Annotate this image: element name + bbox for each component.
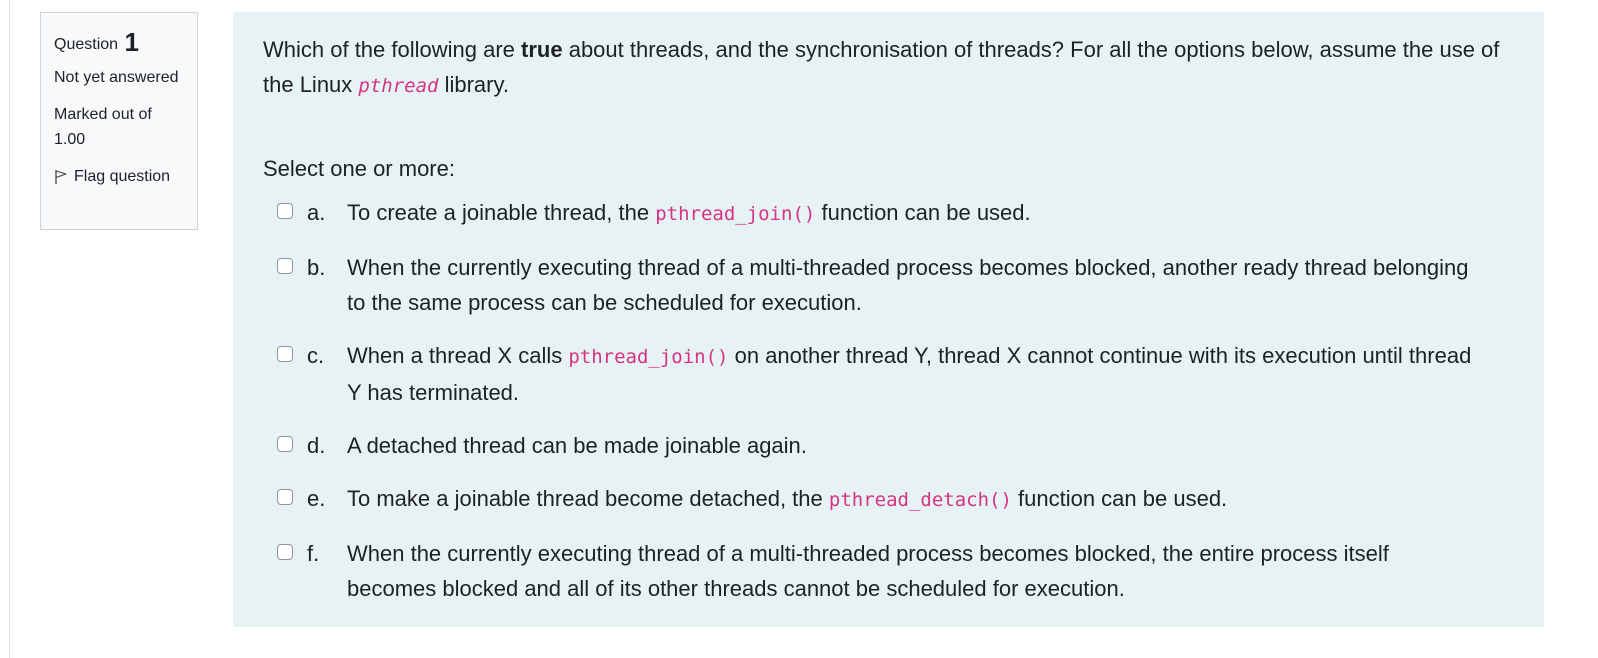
question-number-heading: Question 1 xyxy=(54,27,185,57)
answer-option-b[interactable]: b. When the currently executing thread o… xyxy=(263,250,1514,320)
option-text-part: To make a joinable thread become detache… xyxy=(347,486,829,511)
answer-option-a[interactable]: a. To create a joinable thread, the pthr… xyxy=(263,195,1514,232)
answer-checkbox[interactable] xyxy=(277,346,293,362)
option-text: When the currently executing thread of a… xyxy=(347,250,1514,320)
option-text-part: When a thread X calls xyxy=(347,343,569,368)
option-code: pthread_detach() xyxy=(828,489,1012,511)
option-letter: b. xyxy=(307,255,326,280)
question-text-part: library. xyxy=(438,72,509,97)
answer-checkbox[interactable] xyxy=(277,436,293,452)
option-text: When a thread X calls pthread_join() on … xyxy=(347,338,1514,410)
option-code: pthread_join() xyxy=(655,203,816,225)
answer-option-c[interactable]: c. When a thread X calls pthread_join() … xyxy=(263,338,1514,410)
option-letter: f. xyxy=(307,541,320,566)
option-text: When the currently executing thread of a… xyxy=(347,536,1514,606)
answer-checkbox[interactable] xyxy=(277,258,293,274)
question-number: 1 xyxy=(124,27,139,57)
flag-question-link[interactable]: Flag question xyxy=(54,164,185,189)
question-info-panel: Question 1 Not yet answered Marked out o… xyxy=(40,12,198,230)
answer-checkbox[interactable] xyxy=(277,203,293,219)
flag-icon xyxy=(55,169,67,184)
answer-option-f[interactable]: f. When the currently executing thread o… xyxy=(263,536,1514,606)
question-text-emphasis: true xyxy=(521,37,563,62)
option-code: pthread_join() xyxy=(568,346,729,368)
answer-list: a. To create a joinable thread, the pthr… xyxy=(263,195,1514,606)
answer-checkbox[interactable] xyxy=(277,489,293,505)
option-text-part: function can be used. xyxy=(1011,486,1228,511)
option-text: To make a joinable thread become detache… xyxy=(347,481,1514,518)
answer-option-d[interactable]: d. A detached thread can be made joinabl… xyxy=(263,428,1514,463)
answer-checkbox[interactable] xyxy=(277,544,293,560)
option-letter: a. xyxy=(307,200,326,225)
answer-prompt: Select one or more: xyxy=(263,156,455,181)
option-text: To create a joinable thread, the pthread… xyxy=(347,195,1514,232)
option-letter: d. xyxy=(307,433,326,458)
answer-option-e[interactable]: e. To make a joinable thread become deta… xyxy=(263,481,1514,518)
option-letter: e. xyxy=(307,486,326,511)
option-text-part: A detached thread can be made joinable a… xyxy=(347,433,807,458)
question-text: Which of the following are true about th… xyxy=(263,32,1514,104)
option-text-part: function can be used. xyxy=(815,200,1031,225)
option-text: A detached thread can be made joinable a… xyxy=(347,428,1514,463)
question-text-part: Which of the following are xyxy=(263,37,522,62)
question-content: Which of the following are true about th… xyxy=(233,12,1544,627)
option-text-part: To create a joinable thread, the xyxy=(347,200,656,225)
option-text-part: When the currently executing thread of a… xyxy=(347,541,1389,601)
option-letter: c. xyxy=(307,343,325,368)
flag-question-label: Flag question xyxy=(74,168,171,185)
option-text-part: When the currently executing thread of a… xyxy=(347,255,1469,315)
question-label: Question xyxy=(54,36,119,53)
question-grade: Marked out of 1.00 xyxy=(54,106,152,148)
question-state: Not yet answered xyxy=(54,69,179,86)
library-code: pthread xyxy=(358,75,439,97)
page-left-border xyxy=(9,0,10,658)
